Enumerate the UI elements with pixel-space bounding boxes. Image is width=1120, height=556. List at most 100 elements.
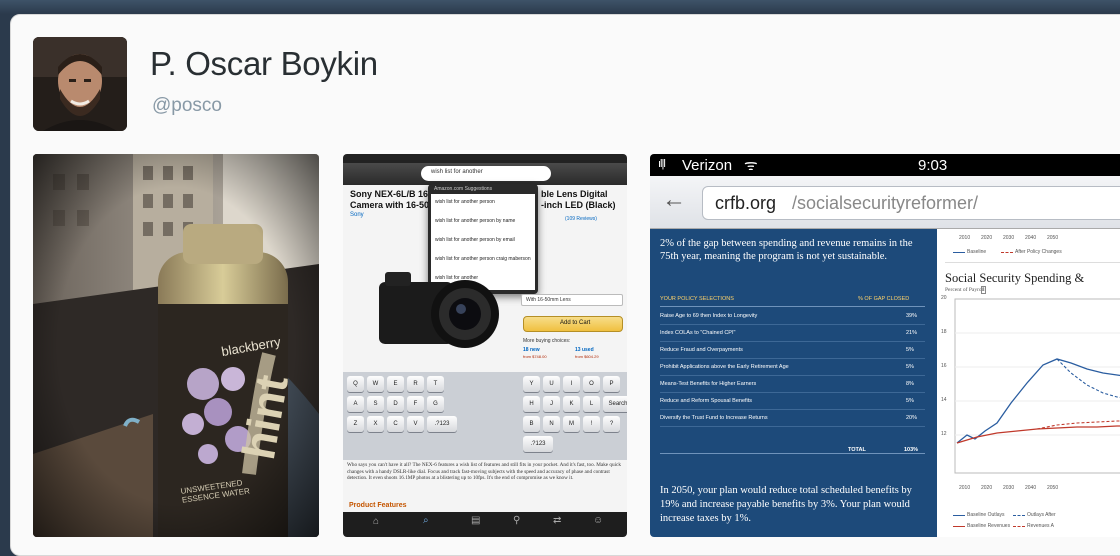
x-tick-label: 2020 <box>981 485 993 491</box>
policy-row-label: Reduce and Reform Spousal Benefits <box>660 398 753 404</box>
wifi-icon: ᯤ <box>744 157 758 174</box>
y-tick-label: 16 <box>941 363 947 369</box>
keyboard-key[interactable]: G <box>427 396 444 412</box>
legend-revenues-after: Revenues A <box>1027 523 1054 529</box>
reviews-link[interactable]: (109 Reviews) <box>565 216 597 222</box>
summary-text: In 2050, your plan would reduce total sc… <box>660 485 912 524</box>
bottom-tab-bar: ⌂ ⌕ ▤ ⚲ ⇄ ☺ <box>343 512 627 537</box>
keyboard-key[interactable]: Search <box>603 396 627 412</box>
user-handle[interactable]: @posco <box>152 95 222 117</box>
more-buying-label: More buying choices: <box>523 338 571 344</box>
used-price: from $604.29 <box>575 354 599 359</box>
total-label: TOTAL <box>848 447 866 453</box>
x-tick-label: 2040 <box>1025 235 1037 241</box>
new-price: from $748.00 <box>523 354 547 359</box>
kit-select-value: With 16-50mm Lens <box>526 297 571 303</box>
photo-amazon-screenshot[interactable]: wish list for another Sony NEX-6L/B 16 C… <box>343 154 627 537</box>
add-to-cart-button[interactable]: Add to Cart <box>523 316 623 332</box>
keyboard-key[interactable]: Z <box>347 416 364 432</box>
tab-home-icon[interactable]: ⌂ <box>373 516 379 527</box>
suggestion-item[interactable]: wish list for another person by email <box>435 237 515 243</box>
keyboard-key[interactable]: .?123 <box>427 416 457 432</box>
x-tick-label: 2020 <box>981 235 993 241</box>
chart-panel: 2010 2020 2030 2040 2050 Baseline After Poli… <box>937 229 1120 537</box>
keyboard-key[interactable]: D <box>387 396 404 412</box>
avatar[interactable] <box>33 37 127 131</box>
keyboard-key[interactable]: X <box>367 416 384 432</box>
keyboard-key[interactable]: S <box>367 396 384 412</box>
keyboard-key[interactable]: V <box>407 416 424 432</box>
legend-outlays-after: Outlays After <box>1027 512 1056 518</box>
tab-search-icon[interactable]: ⌕ <box>423 515 429 526</box>
carrier-name: Verizon <box>682 157 733 174</box>
keyboard-key[interactable]: H <box>523 396 540 412</box>
product-brand: Sony <box>350 212 364 218</box>
x-tick-label: 2050 <box>1047 235 1059 241</box>
keyboard-key[interactable]: F <box>407 396 424 412</box>
photo-bottle[interactable]: blackberry hint UNSWEETENED ESSENCE WATE… <box>33 154 319 537</box>
keyboard-key[interactable]: J <box>543 396 560 412</box>
back-arrow-icon[interactable]: ← <box>662 186 686 214</box>
keyboard-key[interactable]: N <box>543 416 560 432</box>
url-domain: crfb.org <box>715 193 777 213</box>
keyboard-key[interactable]: W <box>367 376 384 392</box>
product-title-right-2: -inch LED (Black) <box>541 200 616 210</box>
policy-row-value: 20% <box>906 415 918 421</box>
keyboard-key[interactable]: Y <box>523 376 540 392</box>
x-tick-label: 2040 <box>1025 485 1037 491</box>
clock-time: 9:03 <box>918 157 948 174</box>
add-to-cart-label: Add to Cart <box>560 320 591 326</box>
photo-crfb-screenshot[interactable]: ıl|l Verizon ᯤ 9:03 ← crfb.org /socialse… <box>650 154 1120 537</box>
total-value: 103% <box>904 447 919 453</box>
spending-chart <box>954 298 1120 474</box>
product-title-left-2: Camera with 16-50 <box>350 200 430 210</box>
url-field[interactable]: crfb.org /socialsecurityreformer/ <box>702 186 1120 220</box>
tab-recommend-icon[interactable]: ⚲ <box>513 515 520 526</box>
x-tick-label: 2030 <box>1003 485 1015 491</box>
keyboard-key[interactable]: ? <box>603 416 620 432</box>
suggestions-header: Amazon.com Suggestions <box>434 186 493 192</box>
keyboard-key[interactable]: ! <box>583 416 600 432</box>
signal-icon: ıl|l <box>658 158 666 170</box>
url-path: /socialsecurityreformer/ <box>792 193 979 213</box>
suggestion-item[interactable]: wish list for another person craig maber… <box>435 256 531 262</box>
policy-row-value: 5% <box>906 347 914 353</box>
keyboard-key[interactable]: T <box>427 376 444 392</box>
x-tick-label: 2030 <box>1003 235 1015 241</box>
suggestion-item[interactable]: wish list for another person <box>435 199 495 205</box>
display-name[interactable]: P. Oscar Boykin <box>150 45 378 83</box>
keyboard-key[interactable]: M <box>563 416 580 432</box>
used-offers-link[interactable]: 13 used <box>575 347 594 353</box>
keyboard-key[interactable]: .?123 <box>523 436 553 452</box>
camera-image <box>379 272 499 348</box>
tab-wishlist-icon[interactable]: ⇄ <box>553 515 561 526</box>
keyboard-key[interactable]: E <box>387 376 404 392</box>
suggestion-item[interactable]: wish list for another person by name <box>435 218 515 224</box>
keyboard-key[interactable]: P <box>603 376 620 392</box>
keyboard-key[interactable]: U <box>543 376 560 392</box>
y-tick-label: 12 <box>941 431 947 437</box>
keyboard-key[interactable]: C <box>387 416 404 432</box>
policy-row-label: Index COLAs to "Chained CPI" <box>660 330 736 336</box>
tab-account-icon[interactable]: ☺ <box>593 515 603 526</box>
keyboard-key[interactable]: O <box>583 376 600 392</box>
keyboard-key[interactable]: K <box>563 396 580 412</box>
table-header-right: % OF GAP CLOSED <box>858 296 910 302</box>
policy-row-label: Means-Test Benefits for Higher Earners <box>660 381 757 387</box>
tab-deals-icon[interactable]: ▤ <box>471 515 480 526</box>
y-tick-label: 14 <box>941 397 947 403</box>
keyboard-key[interactable]: I <box>563 376 580 392</box>
search-field[interactable]: wish list for another <box>421 166 551 181</box>
keyboard-key[interactable]: A <box>347 396 364 412</box>
keyboard-key[interactable]: B <box>523 416 540 432</box>
kit-select[interactable]: With 16-50mm Lens <box>521 294 623 306</box>
keyboard-key[interactable]: R <box>407 376 424 392</box>
keyboard-key[interactable]: L <box>583 396 600 412</box>
legend-baseline: Baseline <box>967 249 987 255</box>
chart-title: Social Security Spending & <box>945 271 1085 285</box>
x-tick-label: 2050 <box>1047 485 1059 491</box>
status-bar: ıl|l Verizon ᯤ 9:03 <box>650 154 1120 176</box>
table-header-left: YOUR POLICY SELECTIONS <box>660 296 734 302</box>
new-offers-link[interactable]: 18 new <box>523 347 540 353</box>
keyboard-key[interactable]: Q <box>347 376 364 392</box>
